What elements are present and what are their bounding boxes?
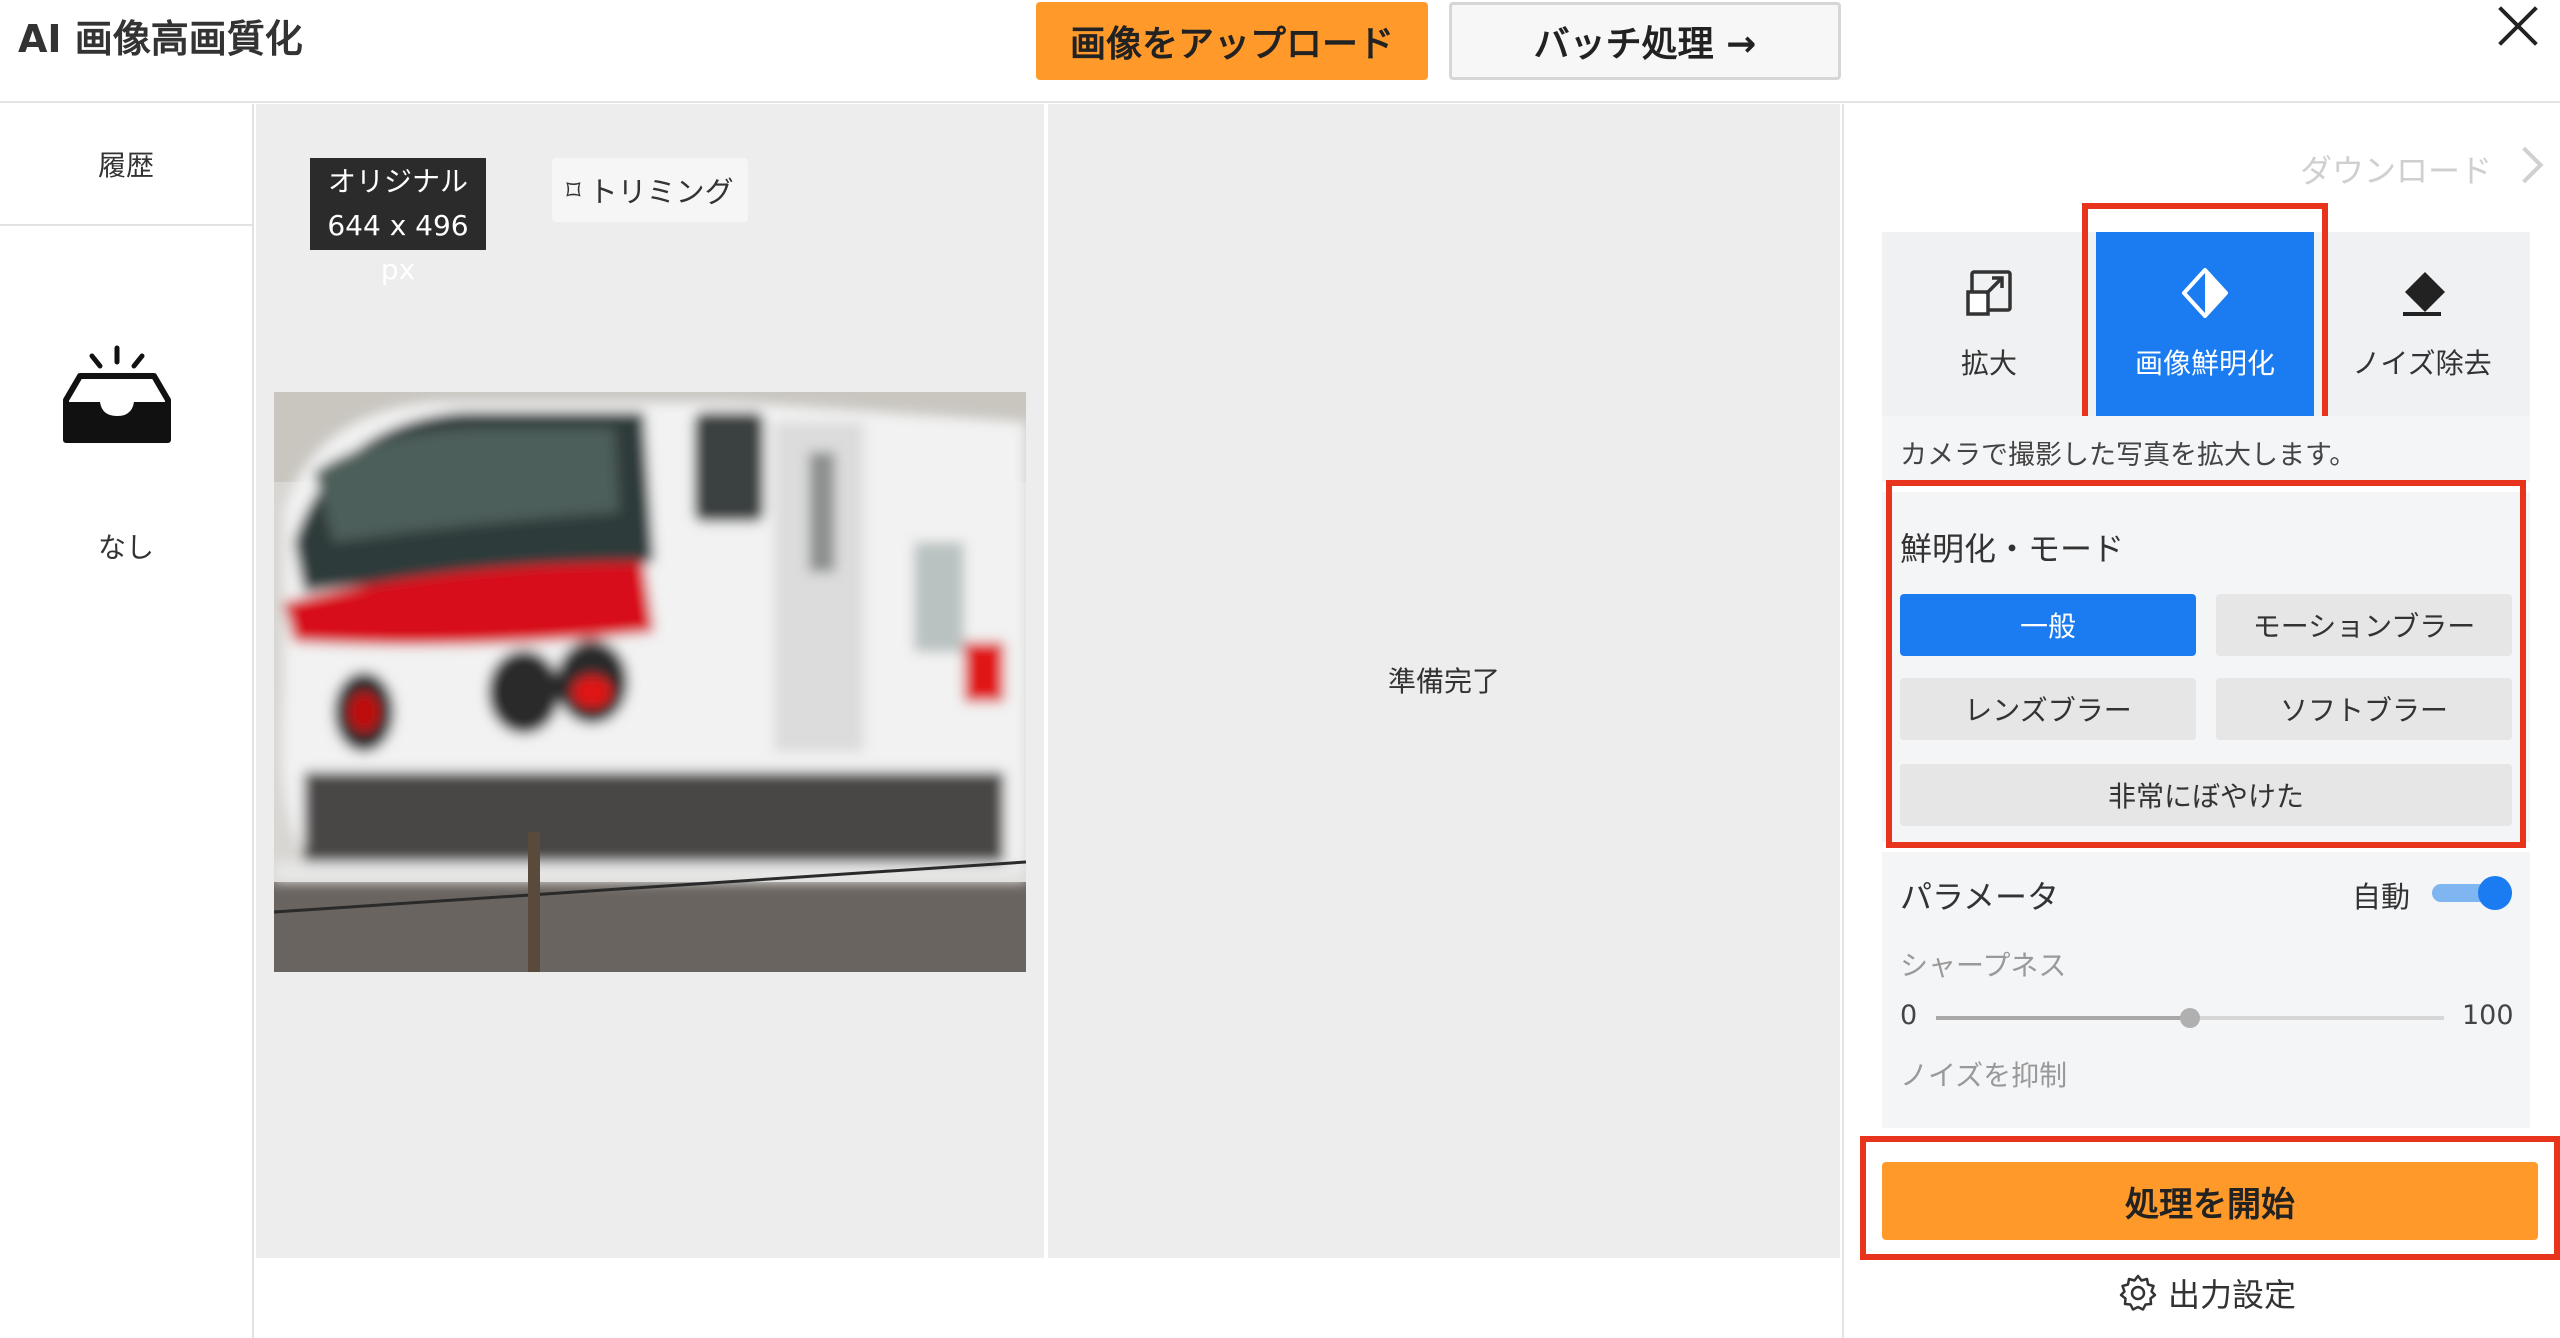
original-image: [274, 392, 1026, 972]
tab-upscale[interactable]: 拡大: [1882, 232, 2096, 416]
original-label: オリジナル: [327, 165, 468, 198]
eraser-icon: [2403, 272, 2445, 316]
gear-icon: [2119, 1274, 2157, 1311]
tab-denoise[interactable]: ノイズ除去: [2314, 232, 2530, 416]
empty-history-text: なし: [97, 531, 154, 564]
status-text: 準備完了: [1387, 665, 1500, 698]
sharpness-label: シャープネス: [1900, 949, 2067, 982]
output-settings-button[interactable]: 出力設定: [2118, 1268, 2296, 1318]
app-title: AI 画像高画質化: [18, 17, 303, 61]
history-sidebar: 履歴 なし: [0, 104, 254, 1338]
canvas-bottom-strip: [256, 1258, 1840, 1338]
sharpness-max: 100: [2462, 1000, 2514, 1031]
sharpness-min: 0: [1900, 1000, 1918, 1031]
crop-icon: ⌑: [566, 173, 581, 207]
download-link[interactable]: ダウンロード: [2300, 146, 2492, 192]
noise-suppression-label: ノイズを抑制: [1900, 1059, 2068, 1092]
trim-label: トリミング: [588, 175, 734, 209]
highlight-box-mode: [1886, 480, 2526, 848]
upload-image-button[interactable]: 画像をアップロード: [1036, 2, 1428, 80]
sharpness-slider-handle[interactable]: [2180, 1008, 2200, 1028]
sharpness-slider-fill: [1936, 1016, 2190, 1020]
tab-denoise-label: ノイズ除去: [2352, 347, 2492, 380]
output-settings-label: 出力設定: [2168, 1276, 2297, 1314]
highlight-box-tab: [2082, 203, 2328, 431]
feature-description: カメラで撮影した写真を拡大します。: [1882, 416, 2530, 482]
auto-toggle[interactable]: [2432, 876, 2514, 910]
top-bar: AI 画像高画質化 画像をアップロード バッチ処理 →: [0, 0, 2560, 103]
history-tab[interactable]: 履歴: [0, 104, 252, 226]
original-size-badge: オリジナル 644 x 496 px: [310, 158, 486, 286]
trim-button[interactable]: ⌑ トリミング: [552, 158, 748, 222]
upscale-icon: [1966, 270, 2012, 316]
highlight-box-start: [1860, 1136, 2560, 1260]
tab-upscale-label: 拡大: [1960, 347, 2017, 380]
toggle-knob: [2478, 876, 2512, 910]
auto-label: 自動: [2352, 880, 2411, 914]
close-icon[interactable]: [2496, 4, 2540, 48]
parameters-title: パラメータ: [1900, 878, 2060, 916]
empty-inbox-icon: [63, 345, 171, 443]
batch-processing-button[interactable]: バッチ処理 →: [1449, 2, 1841, 80]
original-dimensions: 644 x 496 px: [327, 209, 469, 286]
